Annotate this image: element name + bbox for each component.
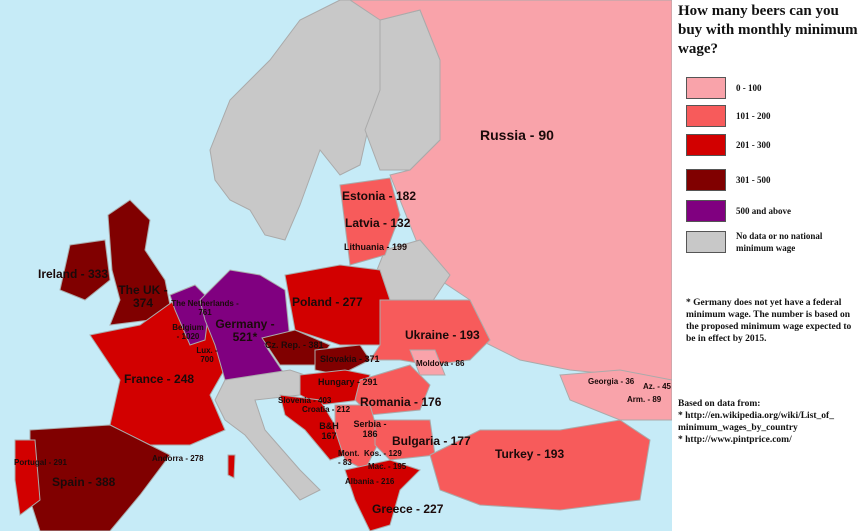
map-shapes — [14, 0, 672, 531]
label-georgia: Georgia - 36 — [588, 377, 635, 386]
label-turkey: Turkey - 193 — [495, 447, 565, 461]
label-andorra: Andorra - 278 — [152, 454, 204, 463]
label-spain: Spain - 388 — [52, 475, 116, 489]
map-title: How many beers can you buy with monthly … — [678, 3, 858, 57]
label-azerbaijan: Az. - 45 — [643, 382, 672, 391]
legend-swatch — [686, 77, 726, 99]
label-armenia: Arm. - 89 — [627, 395, 662, 404]
legend-swatch — [686, 200, 726, 222]
europe-map: Russia - 90 Estonia - 182 Latvia - 132 L… — [0, 0, 672, 531]
label-slovakia: Slovakia - 371 — [320, 354, 380, 364]
legend-panel: How many beers can you buy with monthly … — [672, 0, 862, 531]
legend-item: No data or no national minimum wage — [686, 231, 826, 253]
legend-item: 0 - 100 — [686, 77, 762, 99]
sources-heading: Based on data from: — [678, 399, 761, 409]
legend-swatch — [686, 169, 726, 191]
label-ireland: Ireland - 333 — [38, 267, 109, 281]
label-ukraine: Ukraine - 193 — [405, 328, 480, 342]
source-line: * http://en.wikipedia.org/wiki/List_of_ … — [678, 411, 834, 433]
label-uk: The UK - 374 — [118, 283, 168, 311]
label-poland: Poland - 277 — [292, 295, 363, 309]
label-lithuania: Lithuania - 199 — [344, 242, 408, 252]
label-bh: B&H 167 — [319, 421, 339, 441]
label-romania: Romania - 176 — [360, 395, 442, 409]
label-macedonia: Mac. - 195 — [368, 462, 407, 471]
legend-item: 101 - 200 — [686, 105, 771, 127]
corsica — [227, 454, 236, 479]
sources: Based on data from: * http://en.wikipedi… — [678, 398, 862, 446]
label-czech: Cz. Rep. - 381 — [265, 340, 324, 350]
label-moldova: Moldova - 86 — [416, 359, 465, 368]
label-bulgaria: Bulgaria - 177 — [392, 434, 471, 448]
legend-swatch — [686, 231, 726, 253]
label-serbia: Serbia - 186 — [353, 419, 387, 439]
label-france: France - 248 — [124, 372, 195, 386]
label-albania: Albania - 216 — [345, 477, 395, 486]
label-latvia: Latvia - 132 — [345, 216, 411, 230]
germany-footnote: * Germany does not yet have a federal mi… — [686, 298, 852, 344]
source-line: * http://www.pintprice.com/ — [678, 435, 792, 445]
label-lux: Lux. - 700 — [196, 346, 218, 364]
label-estonia: Estonia - 182 — [342, 189, 417, 203]
label-netherlands: The Netherlands - 761 — [171, 299, 239, 317]
label-belgium: Belgium - 1020 — [172, 323, 204, 341]
legend-item: 201 - 300 — [686, 134, 771, 156]
legend-swatch — [686, 134, 726, 156]
label-kosovo: Kos. - 129 — [364, 449, 402, 458]
legend-item: 301 - 500 — [686, 169, 771, 191]
legend-swatch — [686, 105, 726, 127]
label-montenegro: Mont. - 83 — [338, 449, 360, 467]
label-croatia: Croatia - 212 — [302, 405, 351, 414]
legend-item: 500 and above — [686, 200, 791, 222]
label-russia: Russia - 90 — [480, 127, 554, 143]
label-hungary: Hungary - 291 — [318, 377, 378, 387]
label-greece: Greece - 227 — [372, 502, 444, 516]
label-portugal: Portugal - 291 — [14, 458, 67, 467]
